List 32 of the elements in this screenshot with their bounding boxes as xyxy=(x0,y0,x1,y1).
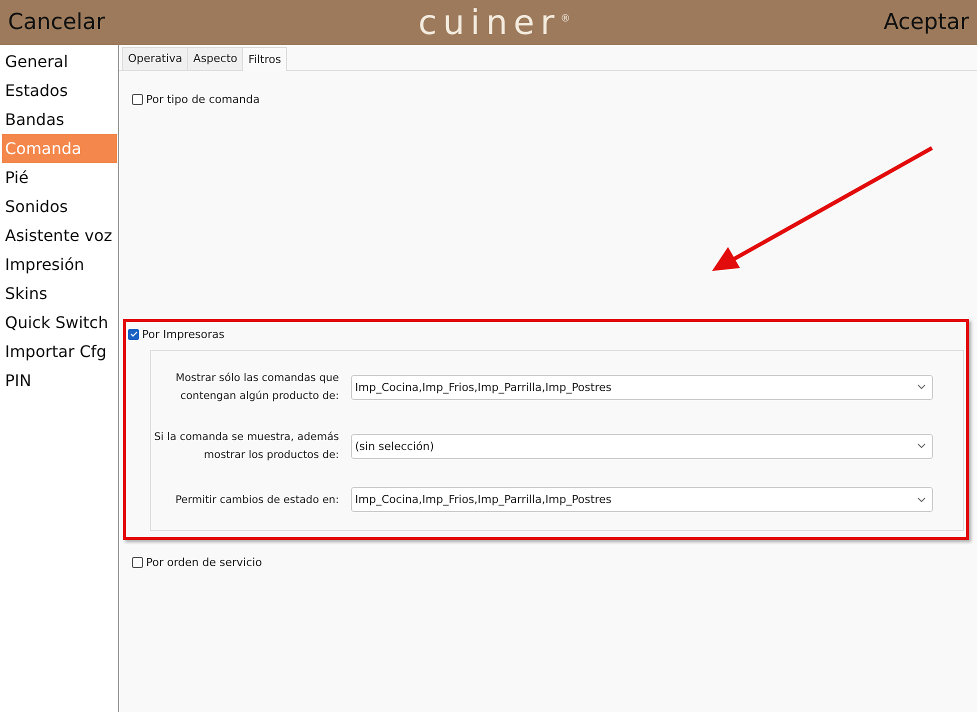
sidebar-item[interactable]: PIN xyxy=(2,366,117,395)
sidebar-item[interactable]: Sonidos xyxy=(2,192,117,221)
field-label: Permitir cambios de estado en: xyxy=(174,492,340,508)
cancel-button[interactable]: Cancelar xyxy=(8,10,106,35)
checkbox-label[interactable]: Por Impresoras xyxy=(142,328,224,340)
tab[interactable]: Filtros xyxy=(242,47,288,71)
sidebar-item[interactable]: Importar Cfg xyxy=(2,337,117,366)
checkbox[interactable] xyxy=(132,556,143,568)
checkbox[interactable] xyxy=(132,94,143,104)
sidebar-item[interactable]: Impresión xyxy=(2,250,117,279)
sidebar-item[interactable]: Bandas xyxy=(2,105,117,134)
sidebar-item[interactable]: Skins xyxy=(2,279,117,308)
tab[interactable]: Operativa xyxy=(122,47,188,70)
tab[interactable]: Aspecto xyxy=(187,47,244,70)
chevron-down-icon xyxy=(917,384,926,390)
checkbox[interactable] xyxy=(128,328,139,340)
sidebar-item[interactable]: Estados xyxy=(2,76,117,105)
field-label: Mostrar sólo las comandas que contengan algún producto de: xyxy=(174,371,340,404)
sidebar-item[interactable]: Asistente voz xyxy=(2,221,117,250)
sidebar-item[interactable]: Pié xyxy=(2,163,117,192)
field-label: Si la comanda se muestra, además mostrar los productos de: xyxy=(153,430,340,463)
dropdown[interactable]: Imp_Cocina,Imp_Frios,Imp_Parrilla,Imp_Postres xyxy=(351,374,933,400)
chevron-down-icon xyxy=(917,496,926,502)
chevron-down-icon xyxy=(917,443,926,449)
checkbox-label[interactable]: Por orden de servicio xyxy=(146,556,262,568)
sidebar-item[interactable]: Quick Switch xyxy=(2,308,117,337)
checkbox-label[interactable]: Por tipo de comanda xyxy=(146,92,260,106)
dropdown[interactable]: (sin selección) xyxy=(351,434,933,458)
accept-button[interactable]: Aceptar xyxy=(884,10,969,35)
logo: cuiner$^{®}$ xyxy=(418,2,570,42)
sidebar-item[interactable]: General xyxy=(2,47,117,76)
dropdown[interactable]: Imp_Cocina,Imp_Frios,Imp_Parrilla,Imp_Postres xyxy=(351,487,933,512)
